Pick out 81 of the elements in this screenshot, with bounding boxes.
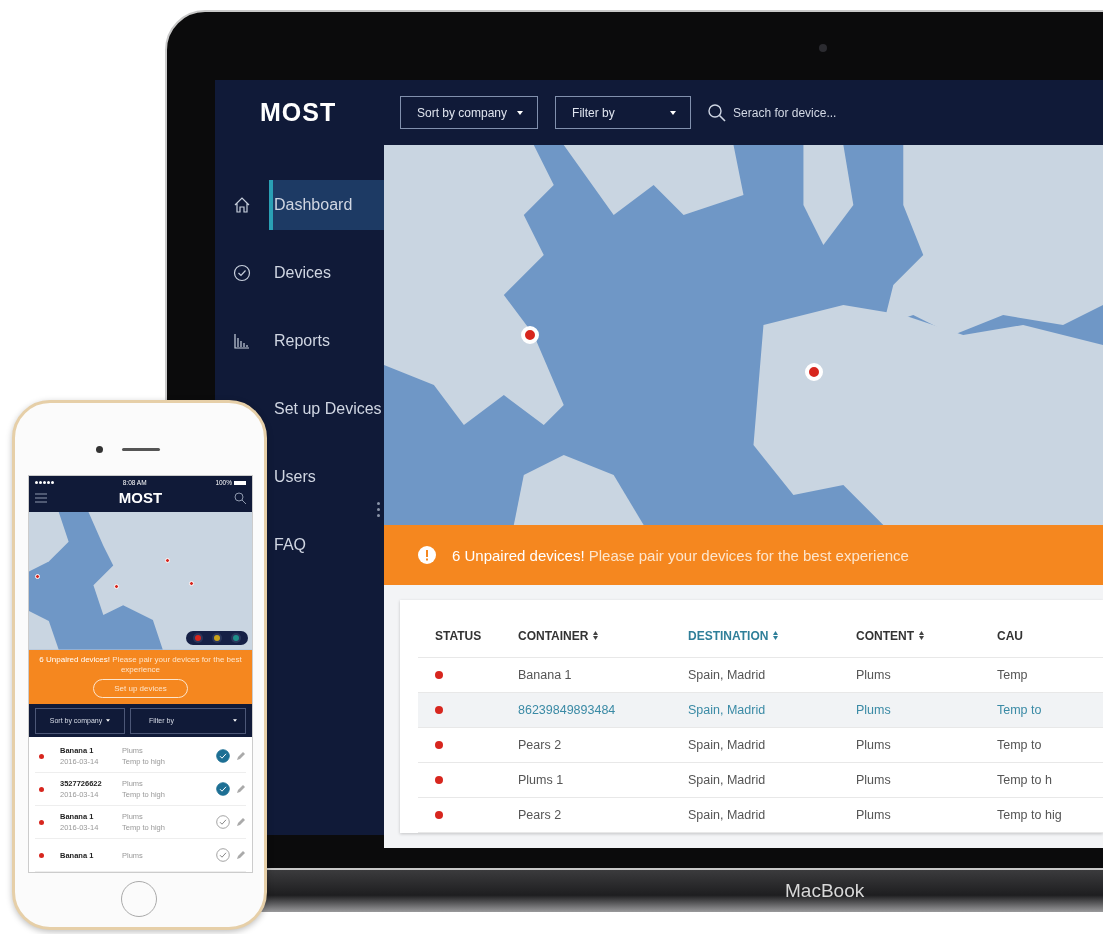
- table-cell-text: Temp to h: [997, 773, 1053, 787]
- table-cell-text: Pears 2: [518, 738, 563, 752]
- laptop-brand: MacBook: [785, 880, 865, 902]
- status-dot: [39, 819, 44, 825]
- table-row[interactable]: Plums 1 Spain, Madrid Plums Temp to h: [418, 763, 1103, 798]
- bar-chart-icon: [233, 332, 251, 350]
- check-icon[interactable]: [216, 749, 230, 763]
- column-header[interactable]: CONTENT: [856, 628, 997, 643]
- status-dot: [435, 706, 443, 714]
- caret-icon: [233, 719, 237, 723]
- status-dot: [435, 741, 443, 749]
- filter-dropdown[interactable]: Filter by: [555, 96, 692, 129]
- battery-icon: [234, 480, 246, 485]
- table-cell-text: Temp to hig: [997, 808, 1063, 822]
- pencil-icon[interactable]: [236, 784, 246, 794]
- table-cell-text: Spain, Madrid: [688, 668, 767, 682]
- check-icon[interactable]: [216, 848, 230, 862]
- check-circle-icon: [233, 264, 251, 282]
- camera-icon: [819, 44, 827, 52]
- table-cell-text: Plums 1: [518, 773, 565, 787]
- banner-message: 6 Unpaired devices! Please pair your devices for the best experience: [38, 655, 243, 676]
- speaker-icon: [122, 448, 160, 451]
- table-row[interactable]: 86239849893484 Spain, Madrid Plums Temp to: [418, 693, 1103, 728]
- search-icon[interactable]: [234, 491, 246, 504]
- column-header: CAU: [997, 628, 1024, 643]
- map-pin-icon[interactable]: [189, 581, 194, 587]
- caret-icon: [517, 110, 524, 115]
- table-cell-text: Spain, Madrid: [688, 773, 767, 787]
- pencil-icon[interactable]: [236, 751, 246, 761]
- table-cell-text: 86239849893484: [518, 703, 617, 717]
- status-dot: [39, 852, 44, 858]
- map-pin-icon[interactable]: [35, 574, 40, 580]
- table-cell-text: Spain, Madrid: [688, 703, 767, 717]
- sidebar-item[interactable]: Users: [269, 452, 384, 502]
- table-cell-text: Plums: [856, 668, 892, 682]
- banner-message: 6 Unpaired devices! Please pair your devices for the best experience: [452, 546, 909, 564]
- table-row[interactable]: Pears 2 Spain, Madrid Plums Temp to: [418, 728, 1103, 763]
- column-header: STATUS: [435, 628, 483, 643]
- alert-icon: [418, 546, 436, 564]
- pencil-icon[interactable]: [236, 817, 246, 827]
- signal-icon: [35, 481, 54, 484]
- map-pin-icon[interactable]: [114, 584, 119, 590]
- column-header[interactable]: DESTINATION: [688, 628, 856, 643]
- table-cell-text: Banana 1: [518, 668, 573, 682]
- app-logo: MOST: [260, 98, 337, 127]
- more-icon[interactable]: [377, 502, 380, 517]
- status-dot: [39, 786, 44, 792]
- sidebar-item[interactable]: FAQ: [269, 520, 384, 570]
- caret-icon: [106, 719, 111, 723]
- search-field[interactable]: Serach for device...: [731, 104, 886, 121]
- sort-dropdown[interactable]: Sort by company: [400, 96, 539, 129]
- table-cell-text: Plums: [856, 703, 892, 717]
- table-cell-text: Plums: [856, 738, 892, 752]
- status-dot: [435, 776, 443, 784]
- menu-icon[interactable]: [35, 492, 47, 503]
- column-header[interactable]: CONTAINER: [518, 628, 688, 643]
- sidebar-item[interactable]: Set up Devices: [269, 384, 384, 434]
- table-row[interactable]: Pears 2 Spain, Madrid Plums Temp to hig: [418, 798, 1103, 833]
- map-pin-icon[interactable]: [165, 558, 170, 564]
- app-logo: MOST: [118, 489, 163, 506]
- table-cell-text: Plums: [856, 773, 892, 787]
- pencil-icon[interactable]: [236, 850, 246, 860]
- search-icon: [708, 103, 727, 122]
- sidebar-item[interactable]: Dashboard: [269, 180, 384, 230]
- status-dot: [435, 671, 443, 679]
- table-cell-text: Pears 2: [518, 808, 563, 822]
- status-dot: [435, 811, 443, 819]
- front-camera-icon: [96, 446, 103, 453]
- check-icon[interactable]: [216, 815, 230, 829]
- home-icon: [233, 196, 251, 214]
- table-cell-text: Temp to: [997, 738, 1043, 752]
- status-dot: [39, 753, 44, 759]
- table-cell-text: Temp: [997, 668, 1029, 682]
- caret-icon: [670, 110, 677, 115]
- table-cell-text: Spain, Madrid: [688, 808, 767, 822]
- table-cell-text: Spain, Madrid: [688, 738, 767, 752]
- check-icon[interactable]: [216, 782, 230, 796]
- table-cell-text: Plums: [856, 808, 892, 822]
- sidebar-item[interactable]: Reports: [269, 316, 384, 366]
- sidebar-item[interactable]: Devices: [269, 248, 384, 298]
- table-cell-text: Temp to: [997, 703, 1043, 717]
